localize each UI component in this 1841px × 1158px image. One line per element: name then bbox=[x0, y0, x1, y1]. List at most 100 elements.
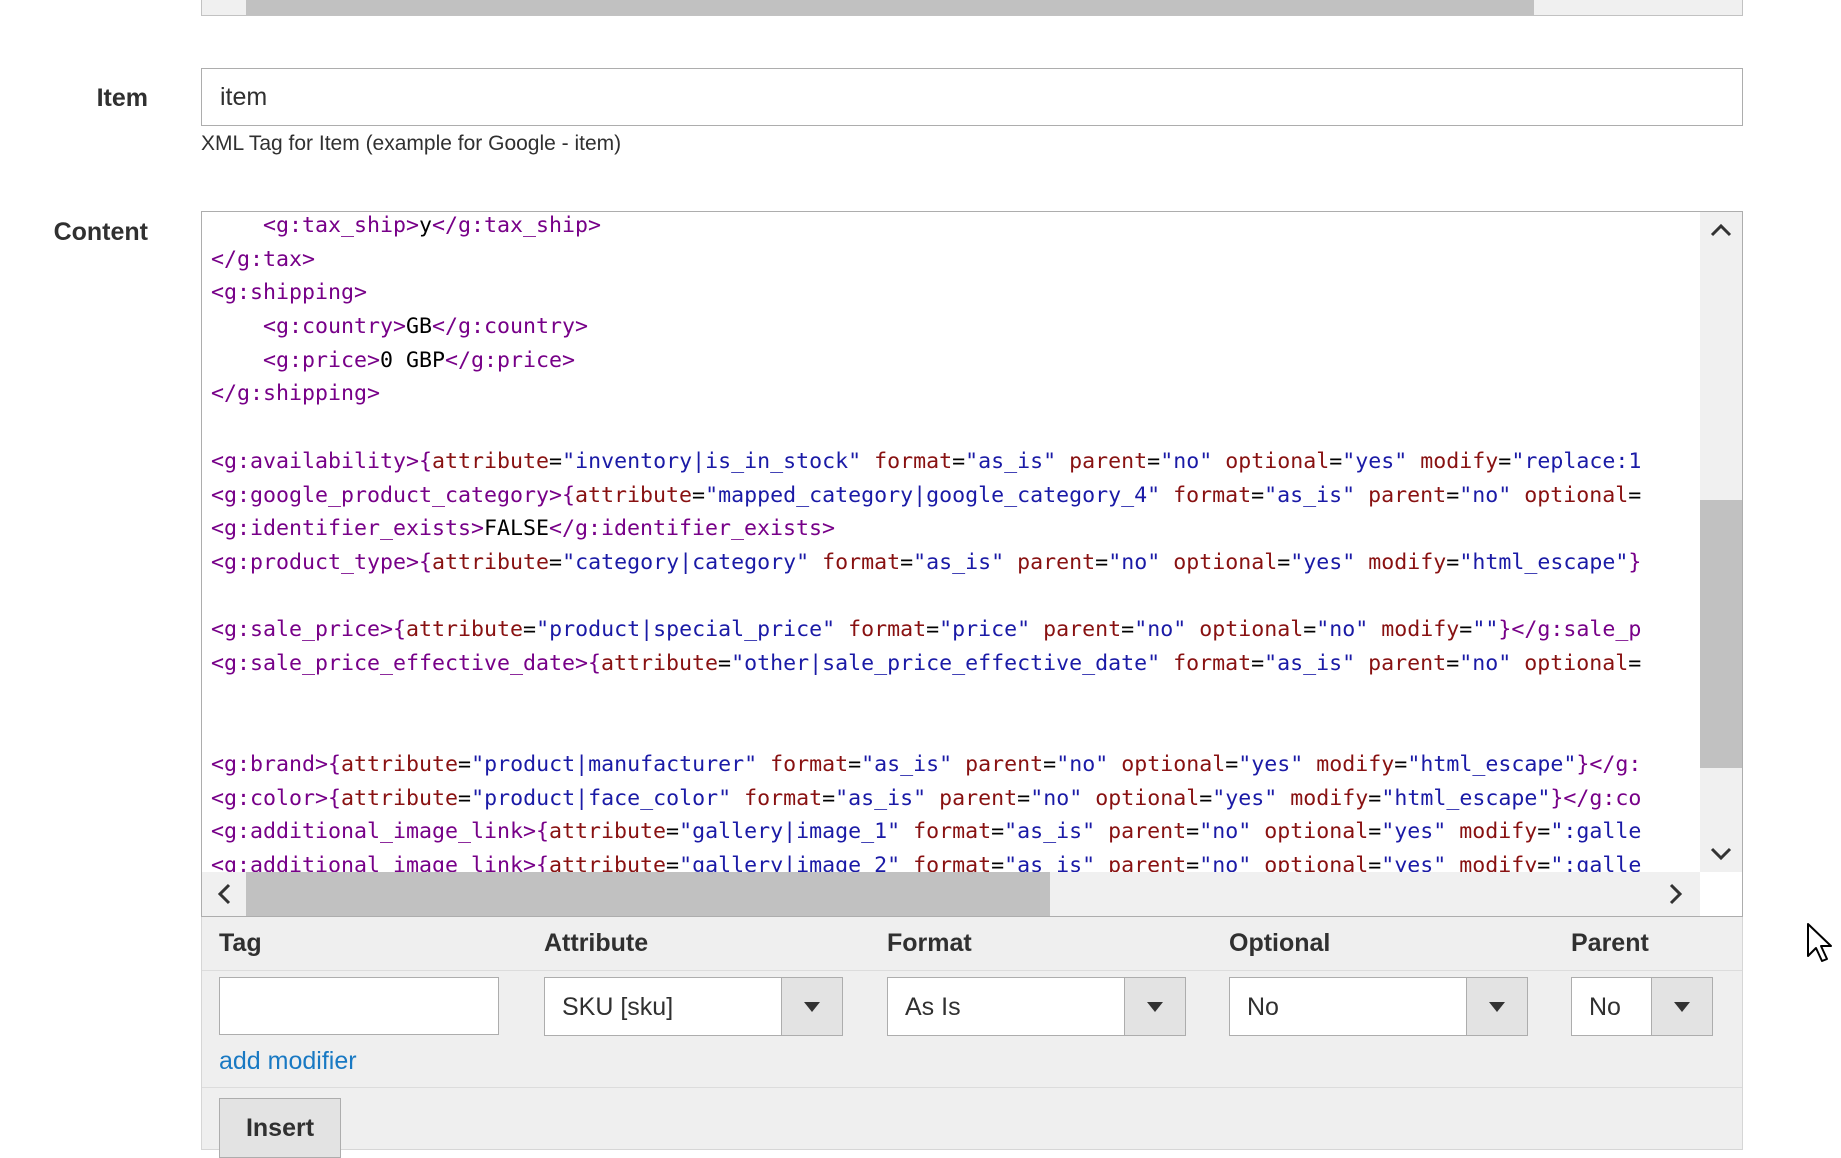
code-line[interactable]: <g:availability>{attribute="inventory|is… bbox=[211, 445, 1698, 479]
dropdown-arrow-icon[interactable] bbox=[1124, 978, 1185, 1035]
code-line[interactable]: <g:product_type>{attribute="category|cat… bbox=[211, 546, 1698, 580]
code-token: "no" bbox=[1160, 448, 1213, 474]
code-token: </g:shipping> bbox=[211, 381, 381, 407]
code-token: = bbox=[1498, 448, 1512, 474]
horizontal-scrollbar[interactable] bbox=[202, 872, 1700, 916]
code-token: { bbox=[536, 819, 550, 845]
code-token: = bbox=[523, 617, 537, 643]
code-token: "yes" bbox=[1342, 448, 1408, 474]
attribute-builder-panel: Tag Attribute Format Optional Parent SKU… bbox=[201, 917, 1743, 1158]
code-line[interactable]: <g:brand>{attribute="product|manufacture… bbox=[211, 748, 1698, 782]
code-token: = bbox=[1368, 819, 1382, 845]
content-code-editor[interactable]: <g:tax_ship>y</g:tax_ship> </g:tax> <g:shi… bbox=[201, 211, 1743, 917]
code-line[interactable]: <g:price>0 GBP</g:price> bbox=[211, 344, 1698, 378]
dropdown-arrow-icon[interactable] bbox=[1466, 978, 1527, 1035]
code-token: = bbox=[991, 819, 1005, 845]
code-token: format bbox=[913, 819, 992, 845]
code-token: "as_is" bbox=[1264, 650, 1356, 676]
vertical-scrollbar[interactable] bbox=[1700, 212, 1742, 872]
code-token: format bbox=[822, 549, 901, 575]
parent-select[interactable]: No bbox=[1571, 977, 1713, 1036]
code-token: "product|special_price" bbox=[536, 617, 836, 643]
code-token: = bbox=[718, 650, 732, 676]
code-token: = bbox=[1225, 752, 1239, 777]
code-line[interactable]: </g:tax> bbox=[211, 243, 1698, 277]
code-token: "category|category" bbox=[562, 549, 810, 575]
code-token: <g:color> bbox=[211, 785, 329, 811]
chevron-left-icon[interactable] bbox=[204, 872, 244, 916]
optional-select[interactable]: No bbox=[1229, 977, 1528, 1036]
chevron-down-icon[interactable] bbox=[1700, 836, 1742, 872]
code-token: = bbox=[1121, 617, 1135, 643]
scrollbar-thumb[interactable] bbox=[246, 872, 1050, 916]
code-token: "as_is" bbox=[965, 448, 1057, 474]
code-token: modify bbox=[1316, 752, 1395, 777]
code-token: parent bbox=[1017, 549, 1096, 575]
code-token: "no" bbox=[1316, 617, 1369, 643]
code-line[interactable]: <g:sale_price_effective_date>{attribute=… bbox=[211, 647, 1698, 681]
code-line[interactable]: </g:shipping> bbox=[211, 377, 1698, 411]
code-line[interactable]: <g:country>GB</g:country> bbox=[211, 310, 1698, 344]
code-line[interactable]: <g:sale_price>{attribute="product|specia… bbox=[211, 613, 1698, 647]
code-token: "no" bbox=[1056, 752, 1109, 777]
code-token: </g:price> bbox=[445, 347, 576, 373]
code-area[interactable]: <g:tax_ship>y</g:tax_ship> </g:tax> <g:shi… bbox=[211, 212, 1698, 872]
format-select[interactable]: As Is bbox=[887, 977, 1186, 1036]
code-token: </g:tax_ship> bbox=[432, 213, 602, 238]
code-token: = bbox=[1277, 549, 1291, 575]
scrollbar-thumb[interactable] bbox=[246, 0, 1534, 15]
code-token: = bbox=[1043, 752, 1057, 777]
scrollbar-thumb[interactable] bbox=[1700, 500, 1742, 768]
code-token: optional bbox=[1524, 482, 1629, 508]
mouse-cursor-icon bbox=[1806, 922, 1832, 969]
code-line[interactable]: <g:additional_image_link>{attribute="gal… bbox=[211, 815, 1698, 849]
code-line[interactable]: <g:google_product_category>{attribute="m… bbox=[211, 479, 1698, 513]
parent-header: Parent bbox=[1571, 929, 1649, 957]
code-token: = bbox=[952, 448, 966, 474]
code-token: = bbox=[666, 819, 680, 845]
code-token: = bbox=[1446, 482, 1460, 508]
code-token: = bbox=[458, 785, 472, 811]
code-token: = bbox=[1446, 650, 1460, 676]
add-modifier-link[interactable]: add modifier bbox=[219, 1047, 357, 1076]
attribute-select[interactable]: SKU [sku] bbox=[544, 977, 843, 1036]
code-line[interactable]: <g:shipping> bbox=[211, 276, 1698, 310]
code-token: "product|manufacturer" bbox=[471, 752, 758, 777]
code-line[interactable] bbox=[211, 681, 1698, 715]
code-token: = bbox=[1186, 819, 1200, 845]
code-line[interactable] bbox=[211, 714, 1698, 748]
item-input[interactable]: item bbox=[201, 68, 1743, 126]
code-line[interactable] bbox=[211, 411, 1698, 445]
chevron-right-icon[interactable] bbox=[1656, 872, 1696, 916]
code-line[interactable] bbox=[211, 580, 1698, 614]
code-token: = bbox=[1199, 785, 1213, 811]
top-horizontal-scrollbar[interactable] bbox=[201, 0, 1743, 16]
code-line[interactable]: <g:identifier_exists>FALSE</g:identifier… bbox=[211, 512, 1698, 546]
code-line[interactable]: <g:tax_ship>y</g:tax_ship> bbox=[211, 212, 1698, 243]
code-token: = bbox=[848, 752, 862, 777]
code-token: "as_is" bbox=[835, 785, 927, 811]
code-token: "as_is" bbox=[913, 549, 1005, 575]
chevron-up-icon[interactable] bbox=[1700, 212, 1742, 248]
dropdown-arrow-icon[interactable] bbox=[781, 978, 842, 1035]
code-line[interactable]: <g:color>{attribute="product|face_color"… bbox=[211, 782, 1698, 816]
code-token: modify bbox=[1420, 448, 1499, 474]
tag-input[interactable] bbox=[219, 977, 499, 1035]
code-token: "no" bbox=[1030, 785, 1083, 811]
dropdown-arrow-icon[interactable] bbox=[1651, 978, 1712, 1035]
insert-button[interactable]: Insert bbox=[219, 1098, 341, 1158]
code-token: format bbox=[913, 853, 992, 872]
code-token: parent bbox=[939, 785, 1018, 811]
code-token: optional bbox=[1199, 617, 1304, 643]
code-token: parent bbox=[1368, 650, 1447, 676]
code-line[interactable]: <g:additional_image_link>{attribute="gal… bbox=[211, 849, 1698, 872]
